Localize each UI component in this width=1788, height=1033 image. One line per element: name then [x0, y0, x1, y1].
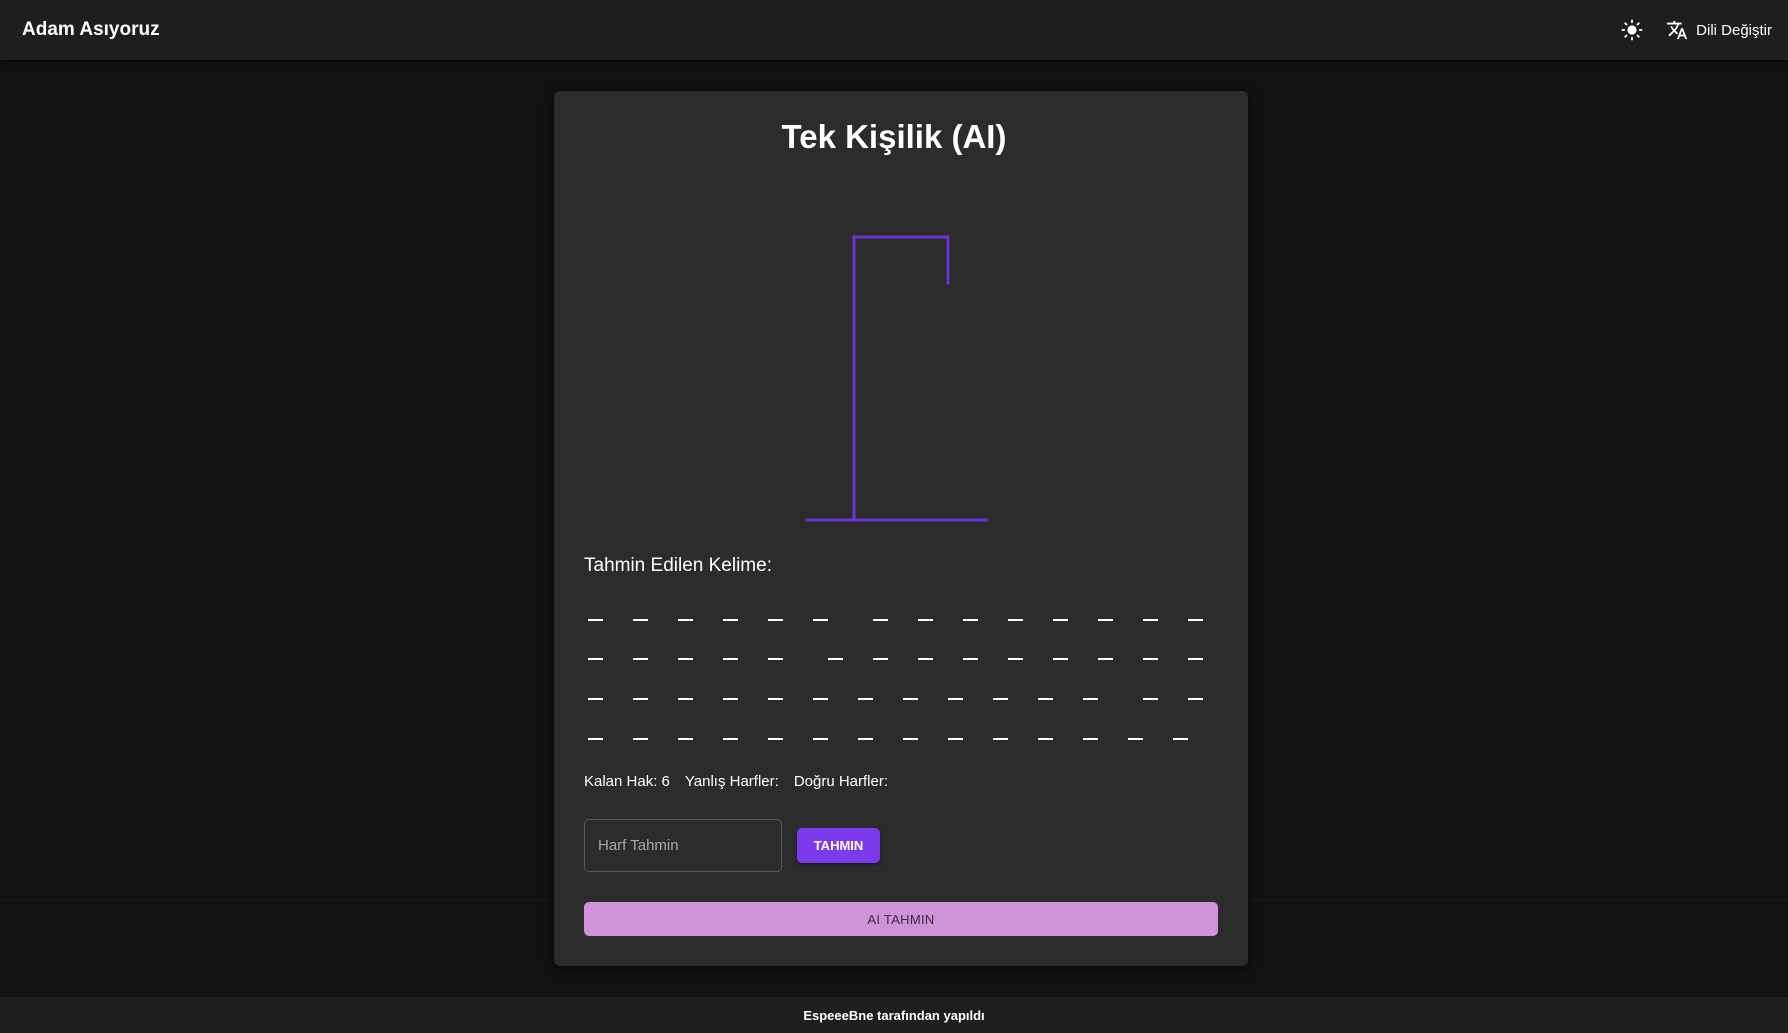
letter-slot	[1188, 619, 1203, 621]
ai-guess-button[interactable]: AI TAHMIN	[584, 902, 1218, 936]
letter-slot	[633, 658, 648, 660]
letter-slot	[1098, 658, 1113, 660]
guess-button[interactable]: TAHMIN	[797, 828, 880, 863]
change-language-label: Dili Değiştir	[1696, 21, 1772, 39]
letter-slot	[918, 619, 933, 621]
letter-slot	[1038, 738, 1053, 740]
letter-slot	[723, 698, 738, 700]
letter-slot	[963, 619, 978, 621]
letter-slot	[633, 738, 648, 740]
letter-slot	[873, 619, 888, 621]
letter-slot	[813, 619, 828, 621]
letter-slot	[1188, 658, 1203, 660]
letter-slot	[768, 619, 783, 621]
letter-slot	[858, 698, 873, 700]
letter-slot	[993, 698, 1008, 700]
letter-slot	[723, 619, 738, 621]
page-title: Tek Kişilik (AI)	[781, 118, 1007, 155]
app-bar: Adam Asıyoruz Dili Değiştir	[0, 0, 1788, 60]
game-stats: Kalan Hak: 6 Yanlış Harfler: Doğru Harfl…	[584, 773, 888, 790]
letter-slot	[963, 658, 978, 660]
wrong-letters: Yanlış Harfler:	[684, 773, 779, 790]
letter-slot	[633, 619, 648, 621]
letter-slot	[1053, 658, 1068, 660]
letter-slot	[1083, 698, 1098, 700]
letter-slot	[903, 698, 918, 700]
footer: EspeeeBne tarafından yapıldı	[0, 997, 1788, 1033]
app-title: Adam Asıyoruz	[22, 19, 160, 40]
word-row	[584, 698, 1224, 728]
letter-slot	[588, 658, 603, 660]
letter-slot	[1173, 738, 1188, 740]
letter-slot	[1008, 619, 1023, 621]
word-row	[584, 619, 1224, 649]
sun-icon	[1621, 19, 1643, 41]
letter-slot	[768, 738, 783, 740]
correct-letters: Doğru Harfler:	[793, 773, 889, 790]
letter-slot	[723, 658, 738, 660]
letter-slot	[948, 698, 963, 700]
hangman-gallows	[806, 235, 988, 522]
word-row	[584, 738, 1224, 768]
footer-credit: EspeeeBne tarafından yapıldı	[803, 1007, 985, 1023]
letter-slot	[678, 738, 693, 740]
letter-slot	[678, 698, 693, 700]
letter-slot	[1128, 738, 1143, 740]
letter-slot	[1083, 738, 1098, 740]
translate-icon	[1667, 20, 1688, 40]
change-language-button[interactable]: Dili Değiştir	[1666, 19, 1772, 41]
letter-slot	[1143, 698, 1158, 700]
letter-slot	[588, 619, 603, 621]
letter-slot	[1038, 698, 1053, 700]
letter-slot	[993, 738, 1008, 740]
letter-slot	[1008, 658, 1023, 660]
word-row	[584, 658, 1224, 688]
letter-slot	[903, 738, 918, 740]
letter-slot	[1098, 619, 1113, 621]
letter-slot	[813, 738, 828, 740]
letter-slot	[1053, 619, 1068, 621]
letter-slot	[768, 698, 783, 700]
letter-guess-input[interactable]	[584, 819, 782, 872]
letter-slot	[873, 658, 888, 660]
letter-slot	[918, 658, 933, 660]
guessed-word-label: Tahmin Edilen Kelime:	[584, 555, 772, 576]
letter-slot	[678, 619, 693, 621]
letter-slot	[723, 738, 738, 740]
letter-slot	[948, 738, 963, 740]
remaining-lives: Kalan Hak: 6	[584, 773, 670, 790]
letter-slot	[633, 698, 648, 700]
letter-slot	[588, 738, 603, 740]
letter-slot	[1188, 698, 1203, 700]
letter-slot	[828, 658, 843, 660]
letter-slot	[678, 658, 693, 660]
letter-slot	[588, 698, 603, 700]
letter-slot	[858, 738, 873, 740]
letter-slot	[813, 698, 828, 700]
theme-toggle-button[interactable]	[1612, 10, 1652, 50]
letter-slot	[768, 658, 783, 660]
letter-slot	[1143, 658, 1158, 660]
letter-slot	[1143, 619, 1158, 621]
